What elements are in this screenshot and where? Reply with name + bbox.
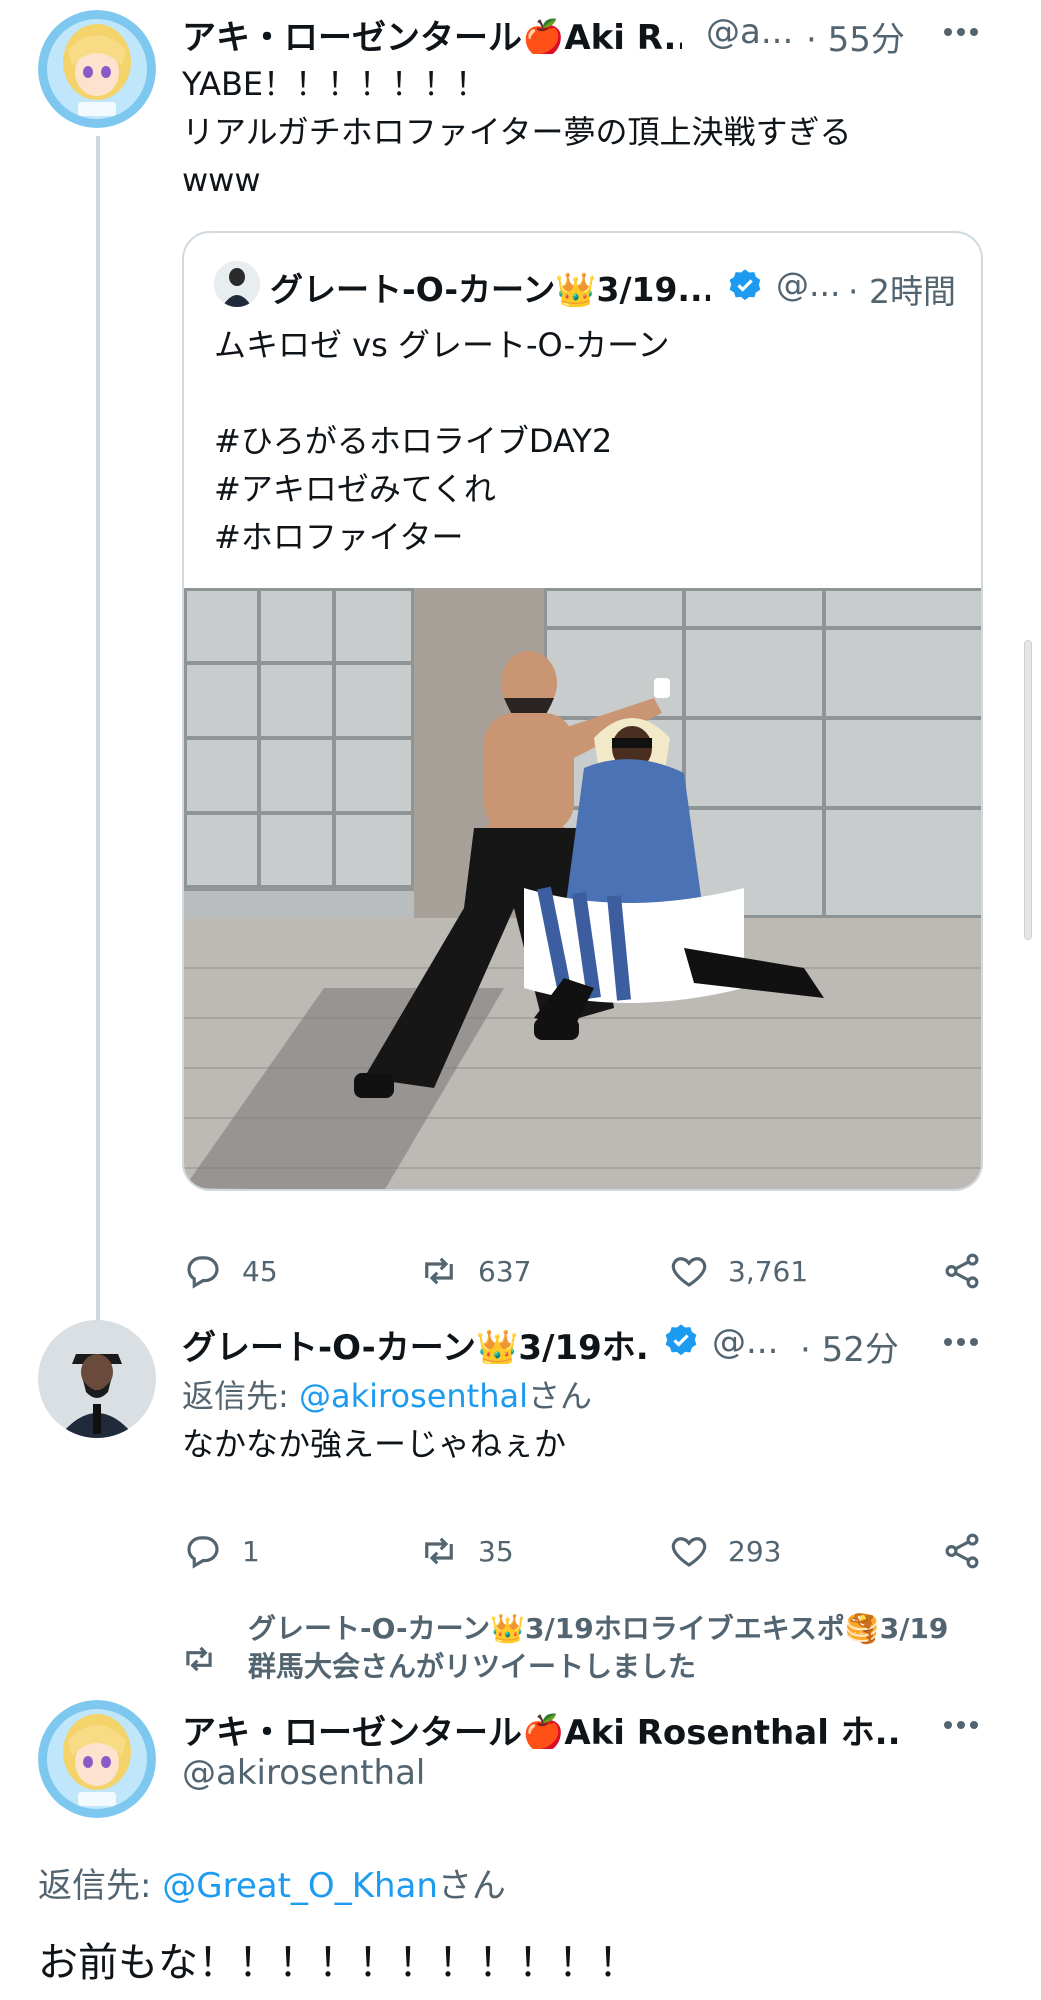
reply-to-mention[interactable]: @Great_O_Khan: [162, 1866, 438, 1906]
reply-count: 45: [242, 1254, 278, 1288]
author-name[interactable]: グレート-O-カーン👑3/19ホ...: [182, 1320, 652, 1364]
quote-hashtag[interactable]: #アキロゼみてくれ: [214, 465, 954, 513]
more-dots-icon: [944, 1721, 978, 1729]
thread-line: [96, 136, 100, 1336]
like-button[interactable]: 293: [668, 1530, 781, 1572]
photo-image: [184, 588, 981, 1189]
quote-author-handle[interactable]: @...: [776, 265, 840, 304]
quote-time[interactable]: · 2時間: [848, 265, 956, 313]
retweet-button[interactable]: 35: [418, 1530, 514, 1572]
aki-avatar-image: [38, 1700, 156, 1818]
tweet-time[interactable]: · 55分: [806, 12, 905, 61]
tweet-text-line: リアルガチホロファイター夢の頂上決戦すぎる: [182, 113, 852, 151]
more-dots-icon: [944, 1338, 978, 1346]
khan-avatar-image: [38, 1320, 156, 1438]
share-icon: [945, 1533, 979, 1569]
retweet-icon: [425, 1257, 453, 1285]
author-name[interactable]: アキ・ローゼンタール🍎Aki Rosenthal ホ...: [182, 1705, 902, 1749]
reply-to-mention[interactable]: @akirosenthal: [299, 1377, 528, 1415]
more-options-button[interactable]: [941, 1322, 981, 1362]
heart-icon: [671, 1257, 707, 1287]
reply-to-suffix: さん: [437, 1866, 506, 1906]
reply-to-line: 返信先: @Great_O_Khanさん: [38, 1858, 506, 1907]
like-count: 293: [728, 1534, 782, 1568]
retweet-count: 35: [478, 1534, 514, 1568]
avatar[interactable]: [38, 1700, 156, 1818]
share-button[interactable]: [941, 1530, 983, 1572]
more-dots-icon: [944, 28, 978, 36]
reply-to-suffix: さん: [528, 1377, 593, 1415]
tweet-text-line: www: [182, 161, 261, 199]
reply-bubble-icon: [187, 1256, 219, 1289]
retweet-button[interactable]: 637: [418, 1250, 531, 1292]
retweeted-by-icon: [180, 1640, 218, 1682]
tweet-text: なかなか強えーじゃねぇか: [182, 1425, 567, 1463]
like-button[interactable]: 3,761: [668, 1250, 808, 1292]
retweet-icon: [425, 1537, 453, 1565]
retweeted-by-banner[interactable]: グレート-O-カーン👑3/19ホロライブエキスポ🥞3/19 群馬大会さんがリツイ…: [248, 1610, 1008, 1686]
more-options-button[interactable]: [941, 12, 981, 52]
quote-photo[interactable]: [184, 588, 981, 1189]
quote-text: ムキロゼ vs グレート-O-カーン #ひろがるホロライブDAY2 #アキロゼみ…: [214, 321, 954, 561]
avatar[interactable]: [38, 1320, 156, 1438]
tweet-time[interactable]: · 52分: [800, 1322, 899, 1371]
retweeted-by-line: グレート-O-カーン👑3/19ホロライブエキスポ🥞3/19: [248, 1612, 949, 1645]
verified-badge-icon: [662, 1322, 700, 1360]
quote-text-line: ムキロゼ vs グレート-O-カーン: [214, 326, 670, 364]
avatar[interactable]: [38, 10, 156, 128]
quote-avatar[interactable]: [214, 261, 260, 307]
reply-button[interactable]: 1: [182, 1530, 260, 1572]
retweet-count: 637: [478, 1254, 532, 1288]
reply-to-prefix: 返信先:: [38, 1866, 163, 1906]
reply-button[interactable]: 45: [182, 1250, 278, 1292]
reply-bubble-icon: [187, 1536, 219, 1569]
quoted-tweet-card[interactable]: グレート-O-カーン👑3/19... @... · 2時間 ムキロゼ vs グレ…: [182, 231, 983, 1191]
heart-icon: [671, 1537, 707, 1567]
tweet-text: YABE！！！！！！！ リアルガチホロファイター夢の頂上決戦すぎる www: [182, 60, 982, 204]
aki-avatar-image: [38, 10, 156, 128]
author-handle[interactable]: @a...: [706, 12, 793, 52]
khan-avatar-image: [214, 261, 260, 307]
verified-badge-icon: [726, 267, 764, 305]
quote-hashtag[interactable]: #ひろがるホロライブDAY2: [214, 417, 954, 465]
author-name[interactable]: アキ・ローゼンタール🍎Aki R...: [182, 10, 682, 54]
more-options-button[interactable]: [941, 1705, 981, 1745]
retweeted-by-line: 群馬大会さんがリツイートしました: [248, 1650, 697, 1683]
author-handle[interactable]: @akirosenthal: [182, 1753, 425, 1793]
reply-to-prefix: 返信先:: [182, 1377, 299, 1415]
author-handle[interactable]: @...: [712, 1322, 778, 1362]
tweet-text: お前もな！！！！！！！！！！！: [38, 1940, 638, 1986]
reply-count: 1: [242, 1534, 260, 1568]
share-icon: [945, 1253, 979, 1289]
scrollbar-thumb[interactable]: [1024, 640, 1032, 940]
retweet-icon: [186, 1646, 212, 1672]
reply-to-line: 返信先: @akirosenthalさん: [182, 1372, 592, 1420]
quote-author-name[interactable]: グレート-O-カーン👑3/19...: [270, 263, 710, 307]
quote-hashtag[interactable]: #ホロファイター: [214, 513, 954, 561]
share-button[interactable]: [941, 1250, 983, 1292]
tweet-text-line: YABE！！！！！！！: [182, 65, 488, 103]
like-count: 3,761: [728, 1254, 809, 1288]
